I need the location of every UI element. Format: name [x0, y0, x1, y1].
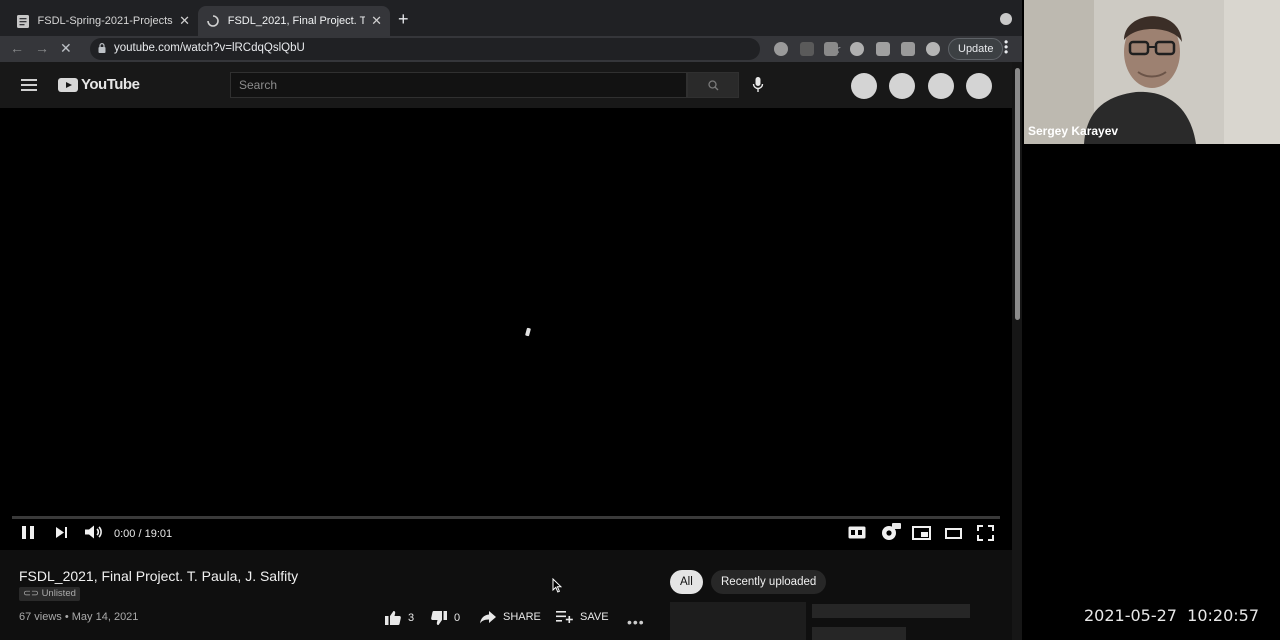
- like-count: 3: [408, 612, 415, 624]
- visibility-label: Unlisted: [41, 588, 76, 599]
- apps-icon[interactable]: [851, 73, 877, 99]
- tab-title: FSDL_2021, Final Project. T. Pa: [227, 15, 366, 27]
- doc-icon: [16, 14, 30, 28]
- close-tab-icon[interactable]: ✕: [371, 13, 382, 29]
- playlist-add-icon: [556, 611, 573, 623]
- extension-icon[interactable]: [800, 42, 814, 56]
- github-icon[interactable]: [850, 42, 864, 56]
- presenter-video-image: [1024, 0, 1280, 144]
- youtube-logo[interactable]: YouTube: [58, 76, 140, 93]
- cast-icon[interactable]: [901, 42, 915, 56]
- thumbs-down-icon: [431, 611, 447, 625]
- share-button[interactable]: SHARE: [479, 610, 541, 624]
- update-button[interactable]: Update: [948, 38, 1004, 60]
- search-icon: [708, 80, 719, 91]
- time-display: 0:00 / 19:01: [114, 528, 173, 540]
- fullscreen-icon[interactable]: [977, 525, 994, 541]
- lock-icon: [98, 43, 106, 53]
- create-icon[interactable]: [928, 73, 954, 99]
- extension-icon[interactable]: [824, 42, 838, 56]
- settings-gear-icon[interactable]: [880, 522, 902, 542]
- participant-name: Sergey Karayev: [1028, 124, 1119, 138]
- save-label: SAVE: [580, 610, 609, 623]
- screen: FSDL-Spring-2021-Projects-\ ✕ FSDL_2021,…: [0, 0, 1280, 640]
- close-tab-icon[interactable]: ✕: [179, 13, 190, 29]
- pause-icon[interactable]: [21, 524, 35, 540]
- puzzle-extensions-icon[interactable]: [876, 42, 890, 56]
- recommended-video-title-placeholder: [812, 604, 970, 618]
- volume-icon[interactable]: [84, 524, 104, 540]
- dislike-button[interactable]: 0: [430, 610, 460, 626]
- share-label: SHARE: [503, 611, 541, 623]
- microphone-icon[interactable]: [752, 77, 764, 93]
- search-input[interactable]: Search: [230, 72, 687, 98]
- browser-window: FSDL-Spring-2021-Projects-\ ✕ FSDL_2021,…: [0, 0, 1022, 640]
- url-text: youtube.com/watch?v=lRCdqQslQbU: [114, 42, 305, 54]
- search-button[interactable]: [687, 72, 739, 98]
- scrollbar-thumb[interactable]: [1015, 68, 1020, 320]
- address-bar[interactable]: youtube.com/watch?v=lRCdqQslQbU ☆: [90, 38, 842, 60]
- chip-recently-uploaded[interactable]: Recently uploaded: [711, 570, 827, 594]
- progress-bar[interactable]: [12, 516, 1000, 519]
- thumbs-up-icon: [385, 611, 401, 625]
- tab-fsdl-projects[interactable]: FSDL-Spring-2021-Projects-\ ✕: [8, 6, 198, 36]
- avatar[interactable]: [926, 42, 940, 56]
- menu-kebab-icon[interactable]: • • •: [1004, 36, 1008, 58]
- stop-loading-icon[interactable]: ✕: [60, 40, 72, 57]
- youtube-header: YouTube Search: [0, 62, 1012, 108]
- video-meta: 67 views • May 14, 2021: [19, 611, 139, 623]
- dislike-count: 0: [454, 612, 461, 624]
- share-arrow-icon: [480, 611, 496, 624]
- more-actions-icon[interactable]: •••: [627, 614, 645, 630]
- theater-mode-icon[interactable]: [945, 528, 962, 539]
- notifications-icon[interactable]: [889, 73, 915, 99]
- avatar[interactable]: [966, 73, 992, 99]
- video-title: FSDL_2021, Final Project. T. Paula, J. S…: [19, 568, 299, 584]
- youtube-wordmark: YouTube: [81, 76, 140, 93]
- like-button[interactable]: 3: [384, 610, 414, 626]
- loading-spinner-icon: [206, 14, 220, 28]
- mouse-cursor-icon: [552, 577, 563, 598]
- hamburger-menu-icon[interactable]: [21, 79, 37, 91]
- recording-timestamp: 2021-05-27 10:20:57: [1084, 606, 1260, 625]
- tab-title: FSDL-Spring-2021-Projects-\: [37, 15, 174, 27]
- chip-all[interactable]: All: [670, 570, 703, 594]
- google-extension-icon[interactable]: [774, 42, 788, 56]
- tab-youtube-video[interactable]: FSDL_2021, Final Project. T. Pa ✕: [198, 6, 390, 36]
- next-icon[interactable]: [55, 524, 69, 540]
- tab-strip: FSDL-Spring-2021-Projects-\ ✕ FSDL_2021,…: [0, 0, 1022, 38]
- youtube-play-icon: [58, 77, 78, 92]
- save-button[interactable]: SAVE: [556, 610, 609, 623]
- browser-toolbar: ← → ✕ youtube.com/watch?v=lRCdqQslQbU ☆ …: [0, 36, 1022, 62]
- miniplayer-icon[interactable]: [912, 526, 931, 540]
- unlisted-badge: ⊂⊃ Unlisted: [19, 587, 80, 601]
- recommended-video-thumbnail[interactable]: [670, 602, 806, 640]
- video-player[interactable]: 0:00 / 19:01: [0, 108, 1012, 550]
- forward-arrow-icon[interactable]: →: [35, 40, 49, 56]
- loading-spinner-icon: [525, 327, 531, 337]
- link-icon: ⊂⊃: [23, 588, 42, 599]
- profile-dot-icon[interactable]: [1000, 13, 1012, 25]
- captions-icon[interactable]: [848, 526, 866, 539]
- new-tab-button[interactable]: +: [398, 9, 409, 30]
- back-arrow-icon[interactable]: ←: [10, 40, 24, 56]
- webcam-feed: [1024, 0, 1280, 144]
- recommended-video-meta-placeholder: [812, 627, 906, 640]
